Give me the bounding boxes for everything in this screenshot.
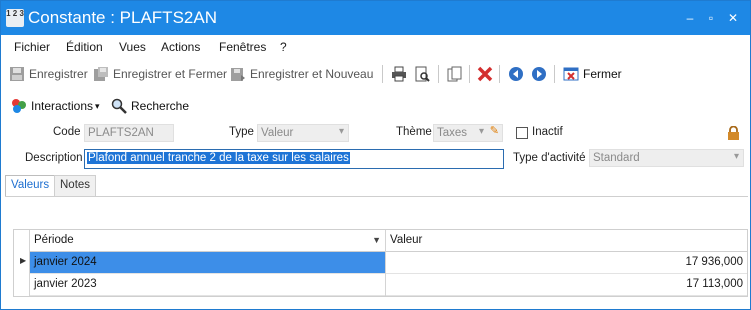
type-select[interactable]: Valeur: [257, 124, 349, 142]
close-button[interactable]: Fermer: [563, 64, 622, 84]
pencil-icon[interactable]: ✎: [490, 125, 499, 137]
save-new-label: Enregistrer et Nouveau: [250, 67, 374, 81]
description-value: Plafond annuel tranche 2 de la taxe sur …: [87, 152, 350, 164]
print-button[interactable]: [391, 64, 411, 84]
column-header-periode[interactable]: Période ▼: [30, 230, 386, 252]
activity-type-select[interactable]: Standard: [589, 149, 744, 167]
save-new-button[interactable]: Enregistrer et Nouveau: [230, 64, 373, 84]
code-label: Code: [53, 126, 81, 138]
table-row-1-value[interactable]: 17 113,000: [386, 274, 747, 296]
menu-edition[interactable]: Édition: [66, 40, 103, 54]
main-toolbar: Enregistrer Enregistrer et Fermer Enregi…: [1, 61, 750, 87]
table-row-1-period[interactable]: janvier 2023: [30, 274, 386, 296]
search-button[interactable]: Recherche: [111, 96, 189, 116]
next-button[interactable]: [531, 64, 551, 84]
inactive-label: Inactif: [532, 126, 563, 138]
save-close-button[interactable]: Enregistrer et Fermer: [93, 64, 227, 84]
current-row-icon: ▶: [20, 256, 27, 265]
table-row-0-period[interactable]: janvier 2024: [30, 252, 386, 274]
table-row-0-value[interactable]: 17 936,000: [386, 252, 747, 274]
activity-type-label: Type d'activité: [513, 152, 586, 164]
previous-button[interactable]: [508, 64, 528, 84]
column-divider: [385, 230, 386, 296]
toolbar-separator: [499, 65, 500, 83]
floppy-disk-icon: [10, 67, 24, 81]
delete-button[interactable]: [477, 64, 497, 84]
menu-vues[interactable]: Vues: [119, 40, 146, 54]
arrow-right-circle-icon: [532, 67, 546, 81]
sort-dropdown-icon[interactable]: ▼: [372, 235, 381, 245]
maximize-icon[interactable]: ▫: [703, 10, 719, 26]
toolbar-separator: [554, 65, 555, 83]
close-window-icon: [563, 67, 579, 81]
tab-strip: Valeurs Notes: [5, 175, 748, 197]
search-icon: [111, 98, 127, 114]
save-button[interactable]: Enregistrer: [9, 64, 88, 84]
toolbar-separator: [438, 65, 439, 83]
chevron-down-icon: ▾: [95, 100, 100, 111]
theme-select[interactable]: Taxes ▾ ✎: [433, 124, 503, 142]
print-preview-icon: [415, 66, 430, 82]
menu-bar: Fichier Édition Vues Actions Fenêtres ?: [1, 37, 750, 57]
app-icon-text: 1 2 3: [6, 9, 24, 18]
description-field[interactable]: Plafond annuel tranche 2 de la taxe sur …: [84, 149, 504, 169]
secondary-toolbar: Interactions ▾ Recherche: [1, 93, 750, 117]
arrow-left-circle-icon: [509, 67, 523, 81]
copy-button[interactable]: [447, 64, 467, 84]
save-close-label: Enregistrer et Fermer: [113, 67, 228, 81]
menu-actions[interactable]: Actions: [161, 40, 200, 54]
inactive-checkbox[interactable]: [516, 127, 528, 139]
close-label: Fermer: [583, 67, 622, 81]
window: 1 2 3 Constante : PLAFTS2AN – ▫ ✕ Fichie…: [0, 0, 751, 310]
delete-x-icon: [477, 66, 493, 82]
app-icon: 1 2 3: [6, 9, 24, 27]
lock-icon: [728, 126, 739, 140]
menu-help[interactable]: ?: [280, 40, 287, 54]
tab-notes[interactable]: Notes: [54, 175, 97, 196]
values-table: Période ▼ Valeur ▶ janvier 2024 17 936,0…: [13, 229, 748, 297]
menu-fenetres[interactable]: Fenêtres: [219, 40, 266, 54]
column-header-valeur[interactable]: Valeur: [386, 230, 747, 252]
title-bar: 1 2 3 Constante : PLAFTS2AN – ▫ ✕: [1, 1, 750, 35]
window-title: Constante : PLAFTS2AN: [28, 8, 217, 27]
save-close-icon: [94, 67, 108, 81]
close-icon[interactable]: ✕: [725, 10, 741, 26]
search-label: Recherche: [131, 99, 190, 113]
printer-icon: [392, 66, 406, 82]
menu-fichier[interactable]: Fichier: [14, 40, 50, 54]
minimize-icon[interactable]: –: [682, 10, 698, 26]
toolbar-separator: [382, 65, 383, 83]
toolbar-separator: [469, 65, 470, 83]
column-header-label: Période: [34, 234, 74, 246]
description-label: Description: [25, 152, 83, 164]
print-preview-button[interactable]: [414, 64, 434, 84]
record-form: Code PLAFTS2AN Type Valeur Thème Taxes ▾…: [1, 119, 750, 175]
interactions-button[interactable]: Interactions ▾: [11, 96, 100, 116]
save-new-icon: [231, 68, 245, 81]
save-label: Enregistrer: [29, 67, 88, 81]
theme-value: Taxes: [437, 127, 468, 139]
theme-label: Thème: [396, 126, 432, 138]
copy-icon: [447, 66, 462, 82]
chevron-down-icon: ▾: [478, 126, 484, 137]
type-label: Type: [229, 126, 254, 138]
interactions-icon: [12, 99, 26, 113]
interactions-label: Interactions: [31, 99, 94, 113]
tab-valeurs[interactable]: Valeurs: [5, 175, 56, 197]
code-field[interactable]: PLAFTS2AN: [84, 124, 174, 142]
